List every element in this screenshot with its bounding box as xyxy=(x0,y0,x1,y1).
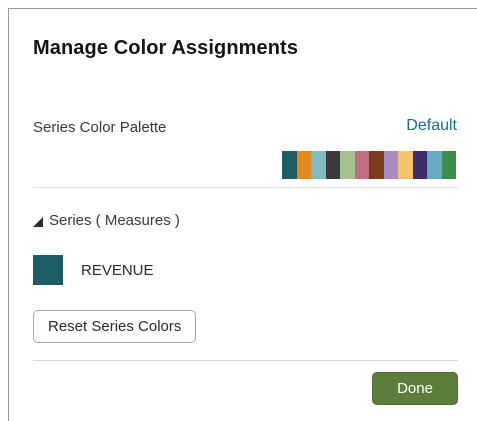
palette-color-swatch xyxy=(398,151,413,179)
palette-color-swatch xyxy=(441,151,456,179)
palette-color-swatch xyxy=(412,151,427,179)
palette-color-swatch xyxy=(340,151,355,179)
series-section-toggle[interactable]: Series ( Measures ) xyxy=(33,212,180,229)
series-row: REVENUE xyxy=(33,255,154,285)
series-color-palette-label: Series Color Palette xyxy=(33,119,167,136)
palette-color-swatch xyxy=(282,151,297,179)
palette-selector-link[interactable]: Default xyxy=(406,117,457,135)
palette-color-swatch xyxy=(311,151,326,179)
reset-series-colors-button[interactable]: Reset Series Colors xyxy=(33,310,197,343)
dialog-title: Manage Color Assignments xyxy=(33,37,299,59)
manage-color-assignments-dialog: Manage Color Assignments Series Color Pa… xyxy=(8,8,477,421)
palette-color-swatch xyxy=(427,151,442,179)
palette-color-swatch xyxy=(325,151,340,179)
series-section-label: Series ( Measures ) xyxy=(49,212,180,229)
divider xyxy=(33,187,458,188)
divider xyxy=(33,360,458,361)
collapse-triangle-icon xyxy=(33,216,43,227)
series-color-swatch[interactable] xyxy=(33,255,63,285)
done-button[interactable]: Done xyxy=(372,372,458,405)
palette-color-swatch xyxy=(296,151,311,179)
palette-swatch-strip[interactable] xyxy=(282,151,456,179)
palette-color-swatch xyxy=(383,151,398,179)
palette-color-swatch xyxy=(354,151,369,179)
palette-color-swatch xyxy=(369,151,384,179)
series-name: REVENUE xyxy=(81,261,154,279)
